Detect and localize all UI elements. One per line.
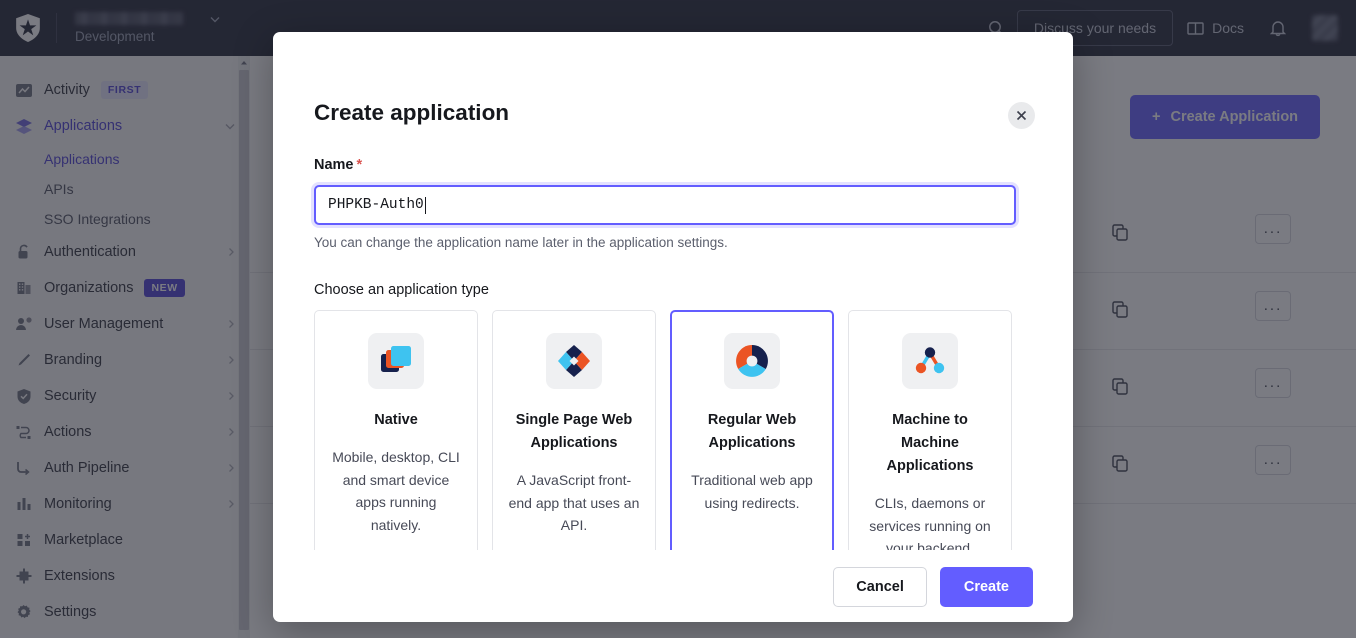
app-type-card-single-page-web[interactable]: Single Page Web Applications A JavaScrip… — [492, 310, 656, 550]
spa-hexagon-icon — [546, 333, 602, 389]
create-button[interactable]: Create — [940, 567, 1033, 607]
modal-body: Name* PHPKB-Auth0 You can change the app… — [273, 142, 1073, 550]
cancel-button[interactable]: Cancel — [833, 567, 927, 607]
regular-web-donut-icon — [724, 333, 780, 389]
app-type-description: Mobile, desktop, CLI and smart device ap… — [330, 446, 462, 536]
text-cursor — [425, 197, 426, 214]
app-type-title: Single Page Web Applications — [509, 409, 639, 455]
name-field-help-text: You can change the application name late… — [314, 235, 728, 250]
modal-title: Create application — [314, 100, 509, 126]
application-name-input[interactable]: PHPKB-Auth0 — [314, 185, 1016, 225]
m2m-nodes-icon — [902, 333, 958, 389]
app-type-description: CLIs, daemons or services running on you… — [864, 492, 996, 550]
app-type-title: Machine to Machine Applications — [865, 409, 995, 478]
app-type-card-machine-to-machine[interactable]: Machine to Machine Applications CLIs, da… — [848, 310, 1012, 550]
app-type-card-regular-web[interactable]: Regular Web Applications Traditional web… — [670, 310, 834, 550]
app-type-description: Traditional web app using redirects. — [686, 469, 818, 514]
create-application-modal: Create application Name* PHPKB-Auth0 You… — [273, 32, 1073, 622]
name-field-label: Name* — [314, 157, 362, 173]
name-input-value: PHPKB-Auth0 — [328, 197, 424, 213]
modal-footer: Cancel Create — [273, 552, 1073, 622]
application-type-cards: Native Mobile, desktop, CLI and smart de… — [314, 310, 1012, 550]
close-icon[interactable] — [1008, 102, 1035, 129]
required-asterisk: * — [357, 157, 363, 173]
app-type-card-native[interactable]: Native Mobile, desktop, CLI and smart de… — [314, 310, 478, 550]
native-stacked-squares-icon — [368, 333, 424, 389]
app-type-title: Regular Web Applications — [687, 409, 817, 455]
app-type-description: A JavaScript front-end app that uses an … — [508, 469, 640, 537]
choose-application-type-label: Choose an application type — [314, 282, 489, 298]
app-type-title: Native — [331, 409, 461, 432]
auth0-dashboard: Development Discuss your needs Docs — [0, 0, 1356, 638]
name-label-text: Name — [314, 157, 354, 173]
